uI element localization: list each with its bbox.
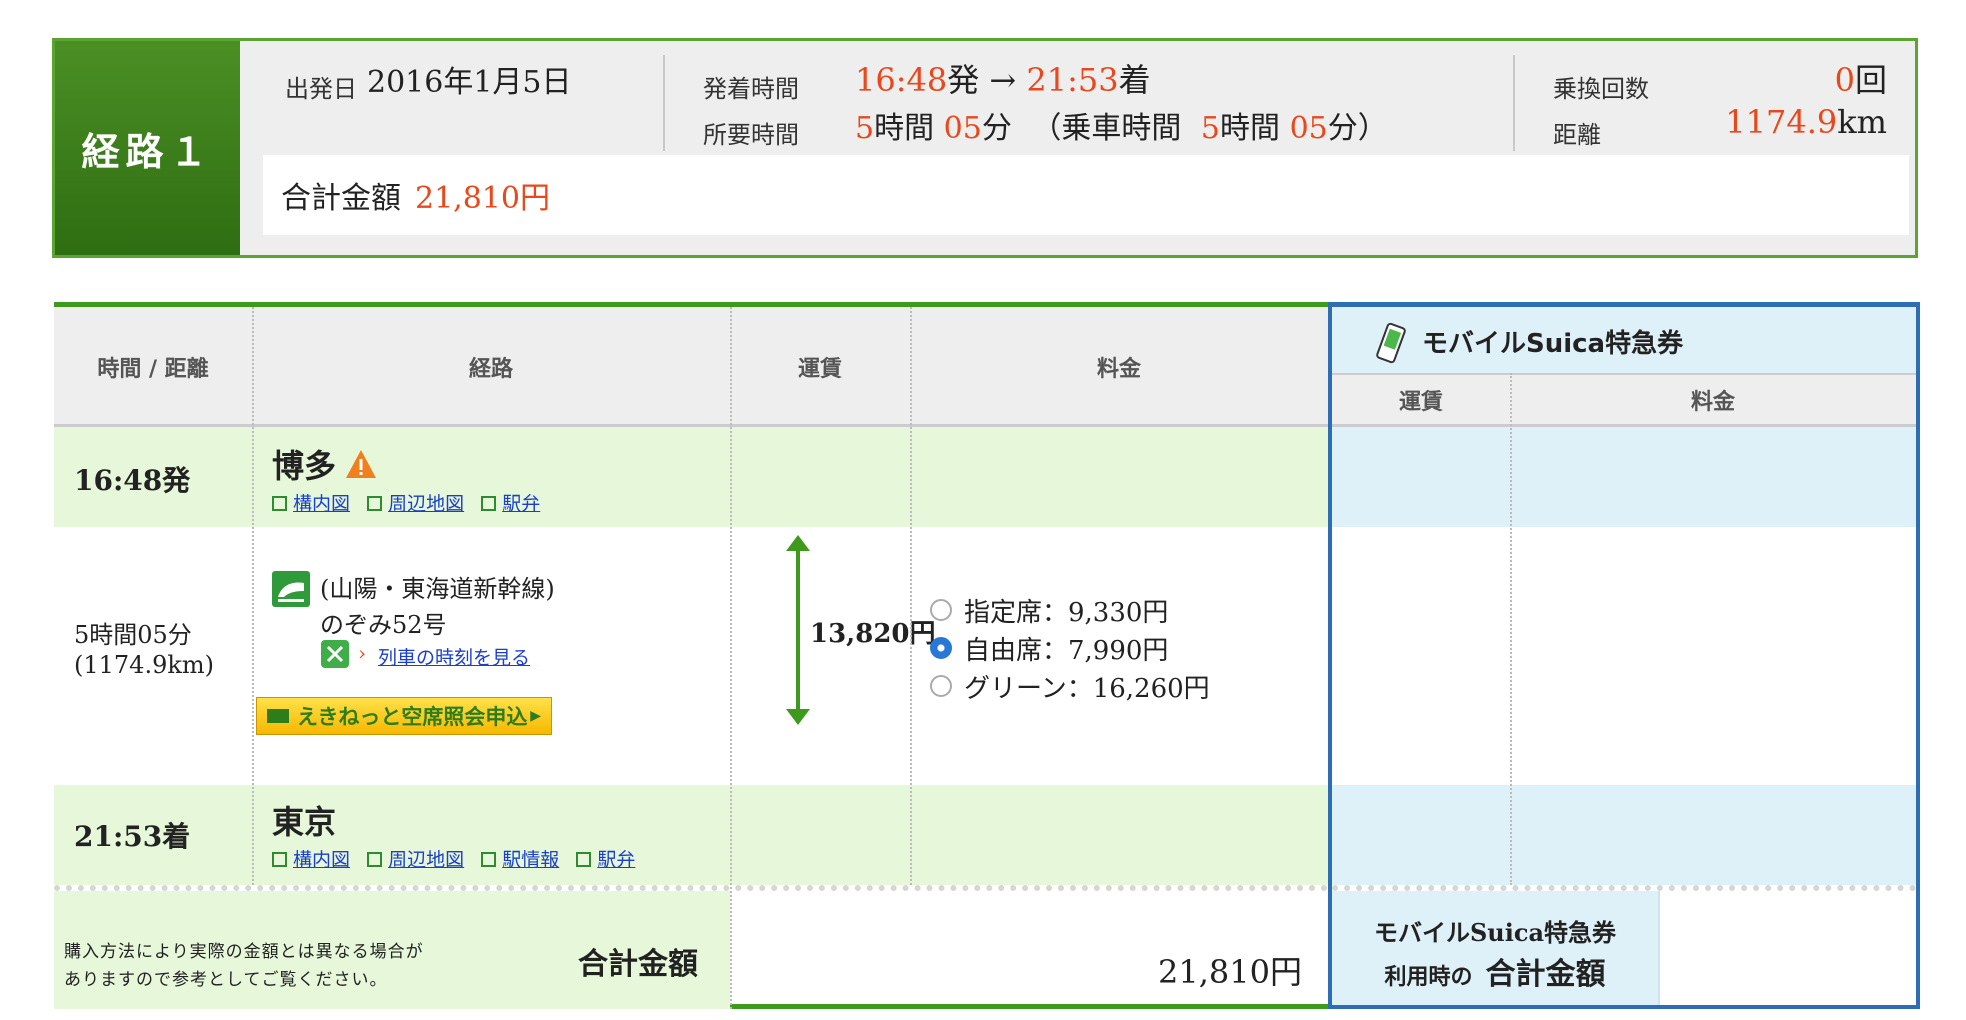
radio-green[interactable] [930, 675, 952, 697]
link-station-map[interactable]: 構内図 [293, 849, 350, 871]
seat-option-unreserved[interactable]: 自由席：7,990円 [930, 629, 1210, 667]
mobile-suica-panel: モバイルSuica特急券 運賃 料金 モバイルSuica特急券 利用時の 合計金… [1328, 302, 1920, 1009]
ticket-icon [267, 709, 289, 723]
suica-footer-label-cell: モバイルSuica特急券 利用時の 合計金額 [1332, 891, 1658, 1005]
footer-total-value: 21,810円 [1158, 953, 1302, 991]
suica-arrival-row [1332, 785, 1916, 885]
suica-footer-total-label: 合計金額 [1485, 957, 1606, 992]
link-area-map[interactable]: 周辺地図 [388, 849, 464, 871]
seat-option-green[interactable]: グリーン：16,260円 [930, 667, 1210, 705]
header-route: 経路 [468, 357, 513, 382]
external-link-icon [576, 852, 592, 867]
suica-header-charge: 料金 [1690, 390, 1735, 415]
seat-options: 指定席：9,330円 自由席：7,990円 グリーン：16,260円 [930, 591, 1210, 705]
link-station-map[interactable]: 構内図 [293, 493, 350, 515]
suica-segment-row [1332, 527, 1916, 785]
table-header: 時間 / 距離 経路 運賃 料金 [54, 307, 1328, 427]
fare-span-arrow [786, 535, 810, 725]
disclaimer-line2: ありますので参考としてご覧ください。 [64, 970, 388, 990]
divider [1513, 55, 1515, 151]
play-arrow-icon: ▶ [530, 708, 541, 724]
arrival-row: 21:53着 東京 構内図 周辺地図 駅情報 駅弁 [54, 785, 1328, 885]
external-link-icon [272, 496, 287, 511]
arrival-station: 東京 [272, 803, 337, 841]
train-info-icon [321, 640, 349, 668]
duration-label: 所要時間 [703, 121, 799, 149]
external-link-icon [481, 496, 497, 511]
footer-total-label: 合計金額 [578, 947, 698, 982]
distance-value: 1174.9km [1725, 103, 1887, 141]
shinkansen-icon [272, 571, 310, 607]
link-ekiben[interactable]: 駅弁 [597, 849, 635, 871]
total-label: 合計金額 [281, 181, 401, 216]
distance-label: 距離 [1553, 121, 1601, 149]
disclaimer-line1: 購入方法により実際の金額とは異なる場合が [64, 942, 424, 962]
dep-arr-times: 16:48発 → 21:53着 [855, 61, 1151, 99]
route-label-tab: 経路１ [55, 41, 240, 255]
header-time-distance: 時間 / 距離 [97, 357, 209, 382]
suica-header: 運賃 料金 [1332, 373, 1916, 427]
fare-value: 13,820円 [810, 619, 936, 649]
external-link-icon [367, 496, 383, 511]
link-ekiben[interactable]: 駅弁 [502, 493, 540, 515]
suica-header-fare: 運賃 [1398, 390, 1443, 415]
header-charge: 料金 [1096, 357, 1141, 382]
header-fare: 運賃 [797, 357, 842, 382]
total-value: 21,810円 [415, 181, 550, 216]
departure-date-label: 出発日 [285, 75, 357, 103]
train-name: のぞみ52号 [320, 611, 447, 639]
divider [663, 55, 665, 151]
mobile-phone-icon [1376, 322, 1406, 364]
suica-title: モバイルSuica特急券 [1422, 329, 1684, 359]
route-summary: 経路１ 出発日 2016年1月5日 発着時間 16:48発 → 21:53着 所… [52, 38, 1918, 258]
external-link-icon [367, 852, 383, 867]
suica-departure-row [1332, 427, 1916, 527]
departure-station: 博多 [272, 447, 337, 485]
line-name: (山陽・東海道新幹線) [320, 575, 555, 603]
external-link-icon [481, 852, 497, 867]
warning-icon[interactable] [344, 448, 378, 480]
external-link-icon [272, 852, 287, 867]
departure-row: 16:48発 博多 構内図 周辺地図 駅弁 [54, 427, 1328, 527]
transfers-value: 0回 [1834, 61, 1887, 99]
departure-time: 16:48発 [74, 464, 191, 497]
total-box: 合計金額 21,810円 [263, 155, 1909, 235]
suica-title-bar: モバイルSuica特急券 [1332, 307, 1916, 373]
suica-footer-prefix: 利用時の [1384, 964, 1473, 990]
radio-reserved[interactable] [930, 599, 952, 621]
departure-date: 2016年1月5日 [367, 65, 572, 100]
dep-arr-label: 発着時間 [703, 75, 799, 103]
footer-note-cell: 購入方法により実際の金額とは異なる場合が ありますので参考としてご覧ください。 … [54, 891, 730, 1009]
suica-footer-line1: モバイルSuica特急券 [1373, 918, 1617, 947]
timetable-link[interactable]: 列車の時刻を見る [378, 643, 530, 670]
radio-unreserved[interactable] [930, 637, 952, 659]
duration-value: 5時間 05分 （乗車時間 5時間 05分） [855, 111, 1388, 146]
seat-option-reserved[interactable]: 指定席：9,330円 [930, 591, 1210, 629]
segment-distance: (1174.9km) [74, 651, 215, 679]
ekinet-button[interactable]: えきねっと空席照会申込 ▶ [256, 697, 552, 735]
transfers-label: 乗換回数 [1553, 75, 1649, 103]
link-station-info[interactable]: 駅情報 [502, 849, 559, 871]
segment-row: 5時間05分 (1174.9km) (山陽・東海道新幹線) のぞみ52号 › 列… [54, 527, 1328, 785]
segment-duration: 5時間05分 [74, 621, 192, 649]
chevron-right-icon: › [358, 641, 366, 665]
arrival-time: 21:53着 [74, 820, 191, 853]
route-detail-table: 時間 / 距離 経路 運賃 料金 16:48発 博多 構内図 周辺地図 駅弁 5… [54, 302, 1328, 1009]
link-area-map[interactable]: 周辺地図 [388, 493, 464, 515]
